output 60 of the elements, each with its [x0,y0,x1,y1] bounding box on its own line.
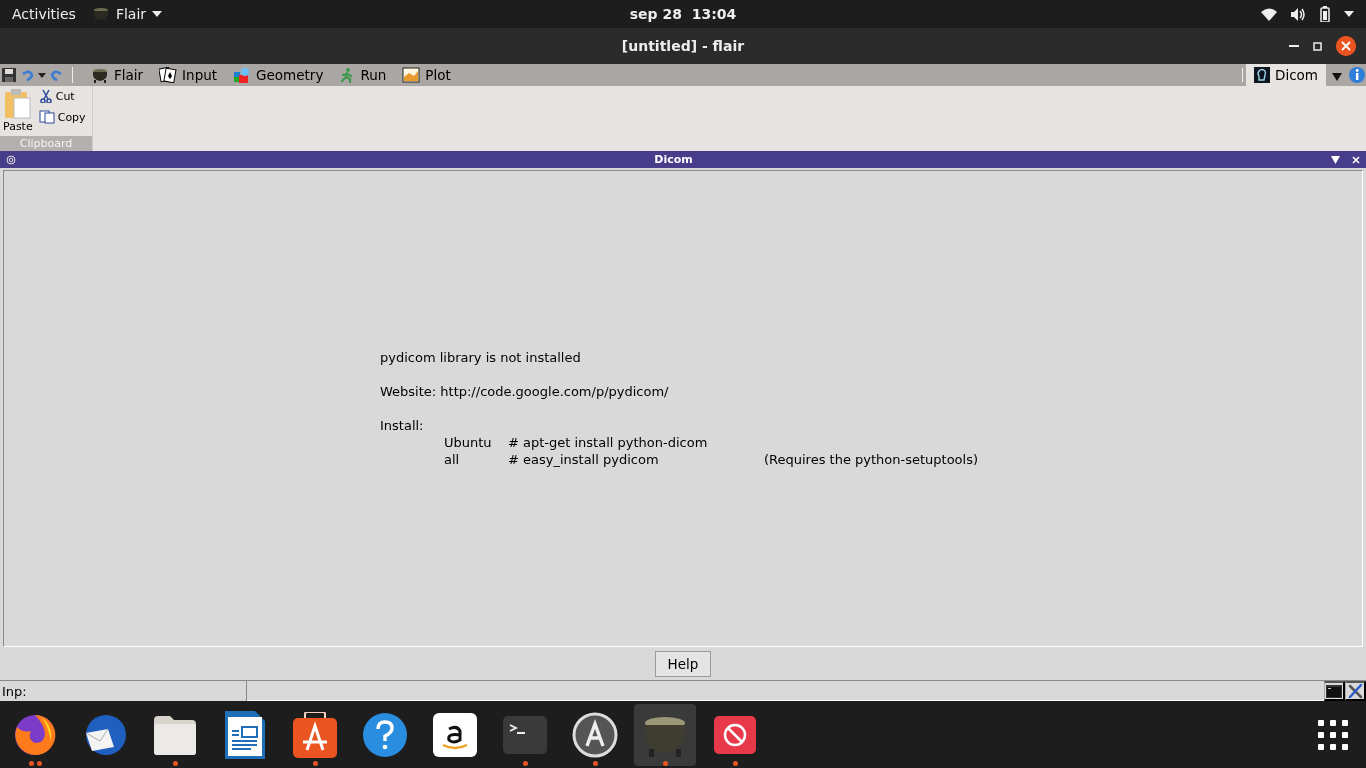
console-button[interactable] [1324,681,1345,701]
app-grid-icon[interactable] [1318,719,1348,750]
volume-icon[interactable] [1291,7,1306,21]
shopping-bag-icon [293,711,337,758]
close-icon[interactable] [1352,155,1360,164]
tools-button[interactable] [1345,681,1366,701]
website-text: Website: http://code.google.com/p/pydicom/ [379,383,670,400]
terminal-icon [1326,684,1342,698]
install-label: Install: [379,417,425,434]
no-entry-icon [714,715,756,754]
app-menu[interactable]: Flair [91,6,163,22]
ribbon-tab[interactable]: Dicom [1246,64,1326,86]
window-title: [untitled] - flair [621,38,745,54]
help-button[interactable]: Help [654,650,712,677]
cut-button[interactable]: Cut [38,89,86,103]
status-message: pydicom library is not installed [379,349,582,366]
system-name: all [443,451,461,468]
status-field: Inp: [2,683,27,699]
battery-icon[interactable] [1320,6,1330,22]
help-icon [363,712,407,757]
clock[interactable]: sep 28 13:04 [629,6,737,22]
terminal-icon [503,715,547,754]
document-icon [225,710,265,759]
cards-icon [159,67,178,83]
maximize-icon[interactable] [1313,41,1322,51]
shapes-icon [233,67,252,83]
install-command: # apt-get install python-dicom [507,434,709,451]
install-command: # easy_install pydicom [507,451,660,468]
caret-icon[interactable] [1344,11,1354,17]
ribbon-tab[interactable]: Flair [83,64,152,86]
group-label: Clipboard [0,136,92,151]
copy-icon [38,110,55,124]
close-icon[interactable] [1336,36,1356,56]
clipboard-icon [3,89,32,119]
cauldron-icon [91,67,109,83]
ribbon-tab[interactable]: Plot [394,64,459,86]
wrench-screwdriver-icon [1346,682,1364,700]
wifi-icon[interactable] [1261,7,1277,21]
caret-icon [152,11,163,17]
folder-icon [152,713,198,756]
area-chart-icon [402,67,421,83]
panel-title: Dicom [653,153,694,166]
system-name: Ubuntu [443,434,493,451]
app-icon [91,6,110,22]
copy-button[interactable]: Copy [38,110,86,124]
pin-icon[interactable] [6,154,16,165]
update-circle-icon [572,711,618,758]
ribbon-tab[interactable]: Run [331,64,395,86]
scissors-icon [38,89,53,103]
ribbon-tab[interactable]: Geometry [225,64,332,86]
head-scan-icon [1254,67,1270,83]
ribbon-tab[interactable]: Input [151,64,226,86]
save-icon[interactable] [2,68,16,82]
info-icon[interactable] [1348,64,1366,86]
install-note: (Requires the python-setuptools) [763,451,978,468]
caret-icon[interactable] [38,72,46,78]
activities-button[interactable]: Activities [12,6,76,22]
paste-button[interactable]: Paste [3,89,33,136]
caret-icon[interactable] [1331,155,1340,164]
browser-icon [13,712,57,757]
